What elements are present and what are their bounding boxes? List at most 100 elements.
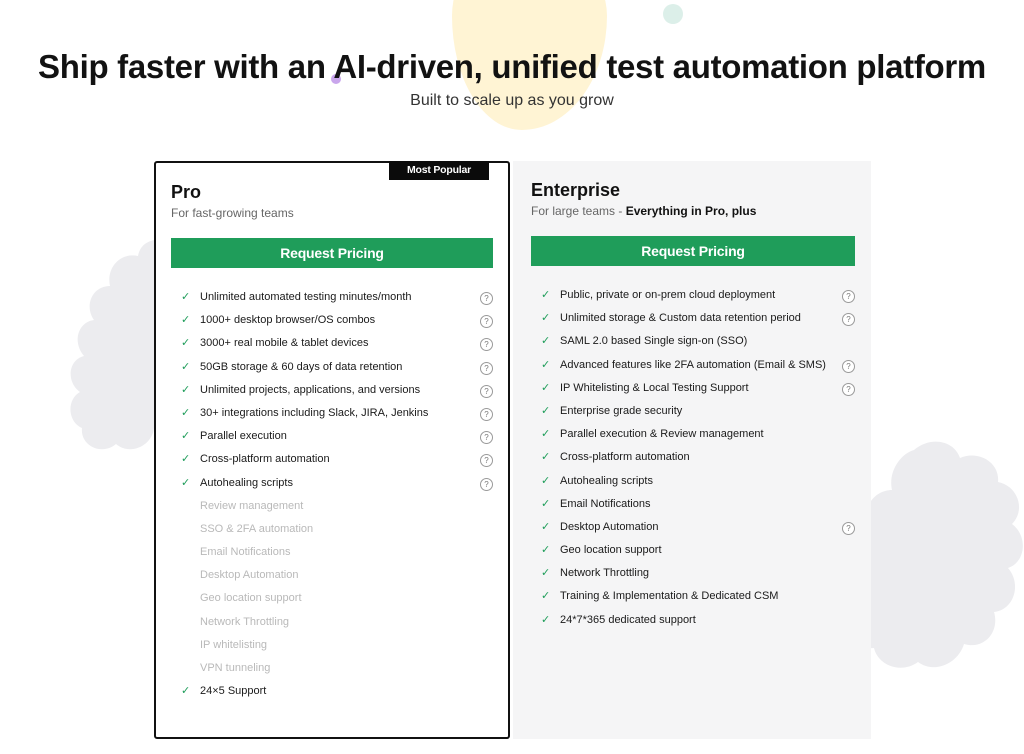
plan-title: Pro xyxy=(171,182,202,202)
feature-text: Advanced features like 2FA automation (E… xyxy=(560,358,826,371)
feature-text: SSO & 2FA automation xyxy=(200,522,314,535)
feature-item: ✓ Unlimited storage & Custom data retenti… xyxy=(541,307,855,330)
plan-tagline: For large teams - Everything in Pro, plu… xyxy=(531,203,855,219)
feature-item: Review management xyxy=(181,495,493,518)
feature-item: ✓ 3000+ real mobile & tablet devices? xyxy=(181,332,493,355)
pricing-card-enterprise: Enterprise For large teams - Everything … xyxy=(513,161,871,739)
help-icon[interactable]: ? xyxy=(480,477,493,491)
check-icon: ✓ xyxy=(541,289,551,301)
feature-text: Enterprise grade security xyxy=(560,404,683,417)
feature-item: ✓ Enterprise grade security xyxy=(541,400,855,423)
feature-text: Unlimited storage & Custom data retentio… xyxy=(560,312,801,325)
feature-text: Unlimited automated testing minutes/mont… xyxy=(200,291,412,303)
feature-item: ✓ Network Throttling xyxy=(541,562,855,585)
help-icon[interactable]: ? xyxy=(842,313,855,327)
feature-text: 50GB storage & 60 days of data retention xyxy=(200,360,403,373)
check-icon: ✓ xyxy=(181,383,191,396)
feature-text: Cross-platform automation xyxy=(560,451,690,464)
check-icon: ✓ xyxy=(181,406,191,419)
check-icon: ✓ xyxy=(541,451,551,464)
check-icon: ✓ xyxy=(541,544,551,557)
feature-text: IP whitelisting xyxy=(200,638,268,651)
feature-item: ✓ Training & Implementation & Dedicated C… xyxy=(541,585,855,608)
help-icon[interactable]: ? xyxy=(480,338,493,352)
check-icon: ✓ xyxy=(541,428,551,441)
feature-text: Parallel execution & Review management xyxy=(560,428,764,441)
feature-text: Email Notifications xyxy=(200,546,291,559)
feature-item: Desktop Automation xyxy=(181,564,493,587)
feature-text: Geo location support xyxy=(200,592,302,605)
help-icon[interactable]: ? xyxy=(480,407,493,421)
plan-tagline-text: For large teams - xyxy=(531,204,626,218)
help-icon[interactable]: ? xyxy=(480,384,493,398)
help-icon[interactable]: ? xyxy=(842,359,855,373)
feature-text: 3000+ real mobile & tablet devices xyxy=(200,337,369,350)
check-icon: ✓ xyxy=(541,613,551,626)
feature-item: VPN tunneling xyxy=(181,657,493,680)
feature-text: Cross-platform automation xyxy=(200,453,330,466)
feature-item: ✓ Advanced features like 2FA automation (… xyxy=(541,354,855,377)
feature-item: ✓ Cross-platform automation xyxy=(541,446,855,469)
feature-item: ✓ 24*7*365 dedicated support xyxy=(541,609,855,632)
feature-item: ✓ 24×5 Support xyxy=(181,680,493,703)
feature-list-pro: ✓ Unlimited automated testing minutes/mon… xyxy=(171,286,493,703)
feature-item: ✓ Desktop Automation? xyxy=(541,516,855,539)
feature-item: ✓ IP Whitelisting & Local Testing Support… xyxy=(541,377,855,400)
feature-item: ✓ Parallel execution? xyxy=(181,425,493,448)
check-icon: ✓ xyxy=(541,335,551,348)
check-icon: ✓ xyxy=(541,381,551,394)
feature-item: ✓ Autohealing scripts? xyxy=(181,472,493,495)
feature-text: 24×5 Support xyxy=(200,685,267,698)
feature-text: Email Notifications xyxy=(560,497,651,510)
feature-item: ✓ 50GB storage & 60 days of data retentio… xyxy=(181,356,493,379)
feature-item: ✓ Unlimited automated testing minutes/mon… xyxy=(181,286,493,309)
help-icon[interactable]: ? xyxy=(480,361,493,375)
decorative-teal-dot xyxy=(663,4,683,24)
feature-text: IP Whitelisting & Local Testing Support xyxy=(560,381,749,394)
check-icon: ✓ xyxy=(541,567,551,580)
feature-item: Geo location support xyxy=(181,587,493,610)
feature-text: VPN tunneling xyxy=(200,662,271,674)
check-icon: ✓ xyxy=(181,291,191,303)
feature-item: ✓ Email Notifications xyxy=(541,493,855,516)
check-icon: ✓ xyxy=(541,474,551,487)
check-icon: ✓ xyxy=(541,590,551,603)
check-icon: ✓ xyxy=(541,520,551,533)
feature-item: Network Throttling xyxy=(181,611,493,634)
feature-text: Desktop Automation xyxy=(200,569,299,582)
check-icon: ✓ xyxy=(181,453,191,466)
feature-text: Autohealing scripts xyxy=(200,476,293,489)
help-icon[interactable]: ? xyxy=(480,454,493,468)
help-icon[interactable]: ? xyxy=(842,382,855,396)
feature-text: SAML 2.0 based Single sign-on (SSO) xyxy=(560,335,748,348)
plan-tagline: For fast-growing teams xyxy=(171,206,294,220)
feature-text: Autohealing scripts xyxy=(560,474,653,487)
help-icon[interactable]: ? xyxy=(480,431,493,445)
feature-text: Parallel execution xyxy=(200,430,287,443)
feature-text: 1000+ desktop browser/OS combos xyxy=(200,314,376,327)
feature-item: ✓ Unlimited projects, applications, and v… xyxy=(181,379,493,402)
check-icon: ✓ xyxy=(181,685,191,698)
help-icon[interactable]: ? xyxy=(842,290,855,303)
request-pricing-button-pro[interactable]: Request Pricing xyxy=(171,238,493,268)
feature-item: ✓ Autohealing scripts xyxy=(541,470,855,493)
feature-text: Geo location support xyxy=(560,544,662,557)
help-icon[interactable]: ? xyxy=(480,292,493,305)
feature-item: ✓ Geo location support xyxy=(541,539,855,562)
feature-item: ✓ 30+ integrations including Slack, JIRA,… xyxy=(181,402,493,425)
request-pricing-button-enterprise[interactable]: Request Pricing xyxy=(531,236,855,266)
feature-text: 24*7*365 dedicated support xyxy=(560,613,696,626)
feature-text: Review management xyxy=(200,499,304,512)
check-icon: ✓ xyxy=(181,314,191,327)
feature-text: 30+ integrations including Slack, JIRA, … xyxy=(200,406,429,419)
help-icon[interactable]: ? xyxy=(480,315,493,329)
check-icon: ✓ xyxy=(541,404,551,417)
help-icon[interactable]: ? xyxy=(842,521,855,535)
feature-item: Email Notifications xyxy=(181,541,493,564)
check-icon: ✓ xyxy=(541,497,551,510)
check-icon: ✓ xyxy=(181,360,191,373)
feature-text: Unlimited projects, applications, and ve… xyxy=(200,383,421,396)
decorative-right-cloud xyxy=(845,441,1023,668)
plan-tagline-highlight: Everything in Pro, plus xyxy=(625,204,757,218)
feature-text: Desktop Automation xyxy=(560,520,659,533)
